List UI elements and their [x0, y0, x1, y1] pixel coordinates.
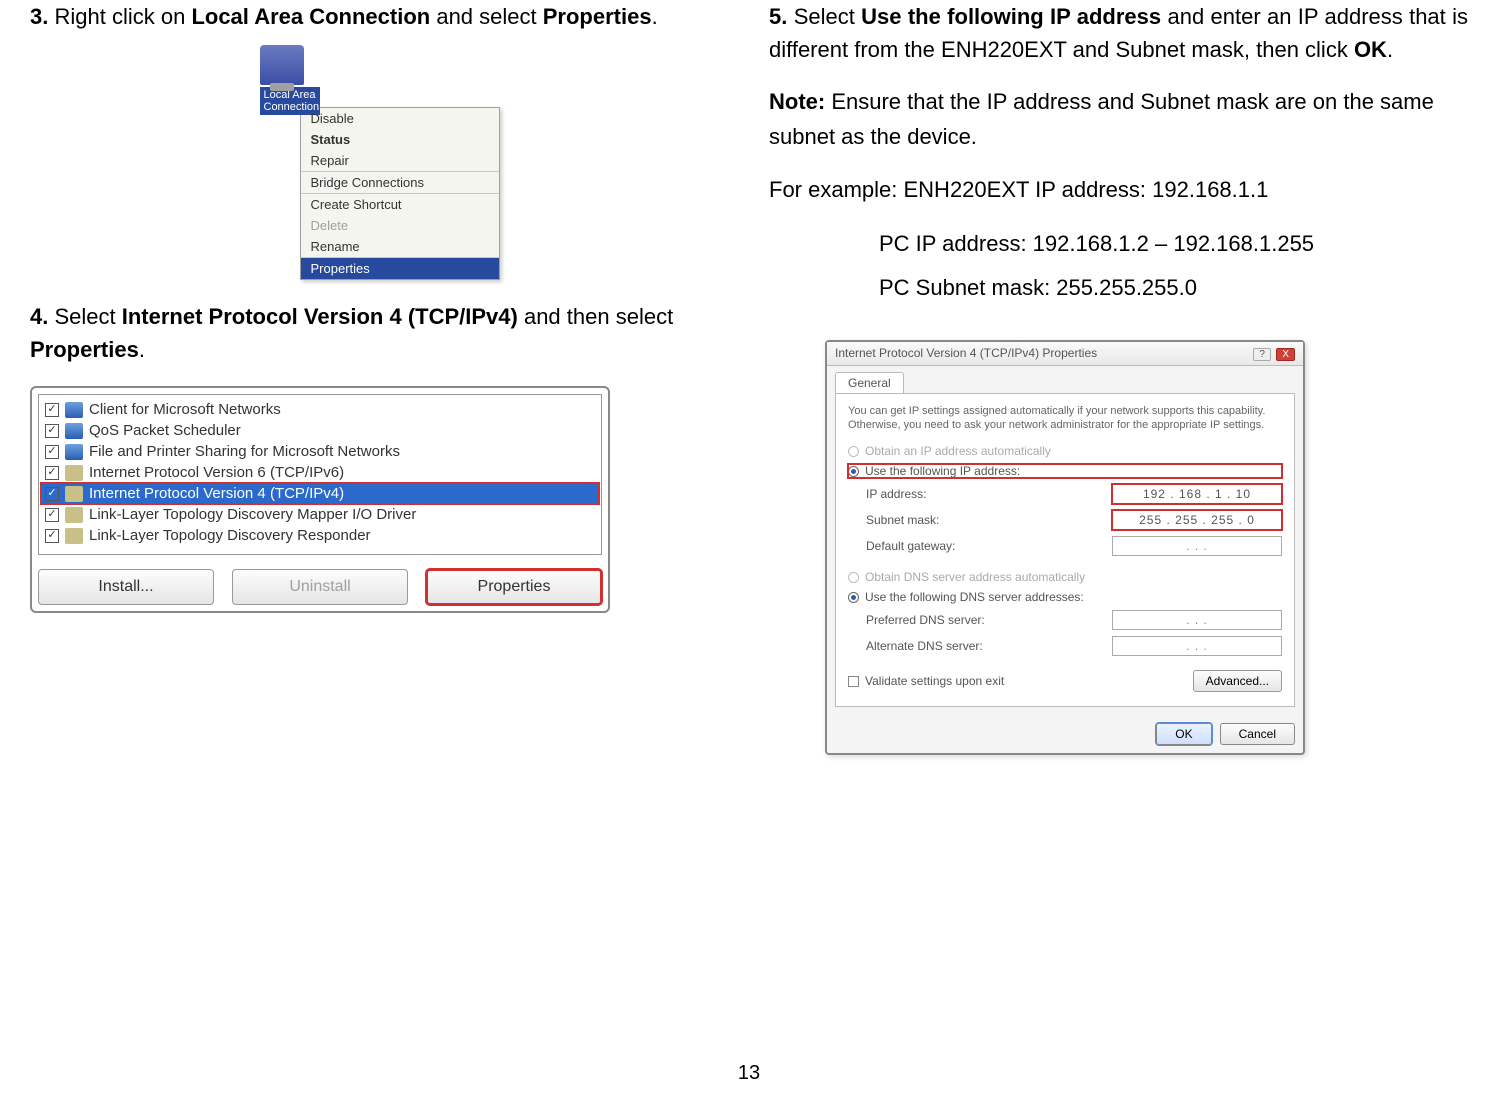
label-pdns: Preferred DNS server:	[866, 613, 1112, 627]
pc-mask-line: PC Subnet mask: 255.255.255.0	[879, 266, 1468, 310]
list-item[interactable]: Client for Microsoft Networks	[41, 399, 599, 420]
ctx-delete: Delete	[301, 215, 499, 236]
local-area-connection-icon	[260, 45, 304, 85]
cancel-button[interactable]: Cancel	[1220, 723, 1295, 745]
checkbox-icon[interactable]	[45, 403, 59, 417]
step-5-text: 5. Select Use the following IP address a…	[769, 0, 1468, 66]
checkbox-icon[interactable]	[45, 466, 59, 480]
ipv4-properties-dialog: Internet Protocol Version 4 (TCP/IPv4) P…	[825, 340, 1305, 756]
ctx-properties[interactable]: Properties	[301, 258, 499, 279]
radio-icon[interactable]	[848, 592, 859, 603]
protocol-icon	[65, 528, 83, 544]
list-item[interactable]: QoS Packet Scheduler	[41, 420, 599, 441]
radio-use-ip[interactable]: Use the following IP address:	[848, 464, 1282, 478]
label-gateway: Default gateway:	[866, 539, 1112, 553]
note-text: Note: Ensure that the IP address and Sub…	[769, 84, 1468, 154]
label-adns: Alternate DNS server:	[866, 639, 1112, 653]
radio-icon	[848, 572, 859, 583]
checkbox-icon[interactable]	[45, 487, 59, 501]
step-3-num: 3.	[30, 4, 48, 29]
dialog-title: Internet Protocol Version 4 (TCP/IPv4) P…	[835, 346, 1097, 360]
advanced-button[interactable]: Advanced...	[1193, 670, 1282, 692]
ctx-bridge[interactable]: Bridge Connections	[301, 172, 499, 193]
network-client-icon	[65, 402, 83, 418]
radio-auto-dns: Obtain DNS server address automatically	[848, 570, 1282, 584]
ctx-disable[interactable]: Disable	[301, 108, 499, 129]
checkbox-icon[interactable]	[848, 676, 859, 687]
uninstall-button: Uninstall	[232, 569, 408, 605]
install-button[interactable]: Install...	[38, 569, 214, 605]
label-mask: Subnet mask:	[866, 513, 1112, 527]
label-ip: IP address:	[866, 487, 1112, 501]
list-item[interactable]: Internet Protocol Version 6 (TCP/IPv6)	[41, 462, 599, 483]
radio-icon[interactable]	[848, 466, 859, 477]
connection-items-figure: Client for Microsoft Networks QoS Packet…	[30, 386, 610, 613]
dialog-description: You can get IP settings assigned automat…	[848, 404, 1282, 433]
properties-button[interactable]: Properties	[426, 569, 602, 605]
radio-auto-ip: Obtain an IP address automatically	[848, 444, 1282, 458]
qos-icon	[65, 423, 83, 439]
checkbox-icon[interactable]	[45, 424, 59, 438]
example-line: For example: ENH220EXT IP address: 192.1…	[769, 172, 1468, 207]
context-menu-figure: Local Area Connection Disable Status Rep…	[240, 45, 520, 280]
context-menu: Disable Status Repair Bridge Connections…	[300, 107, 500, 280]
protocol-icon	[65, 465, 83, 481]
step-4-num: 4.	[30, 304, 48, 329]
ctx-shortcut[interactable]: Create Shortcut	[301, 194, 499, 215]
subnet-mask-field[interactable]: 255 . 255 . 255 . 0	[1112, 510, 1282, 530]
radio-icon	[848, 446, 859, 457]
ctx-rename[interactable]: Rename	[301, 236, 499, 257]
pc-ip-line: PC IP address: 192.168.1.2 – 192.168.1.2…	[879, 222, 1468, 266]
tab-general[interactable]: General	[835, 372, 904, 393]
help-icon[interactable]: ?	[1253, 348, 1271, 361]
radio-use-dns[interactable]: Use the following DNS server addresses:	[848, 590, 1282, 604]
list-item[interactable]: File and Printer Sharing for Microsoft N…	[41, 441, 599, 462]
preferred-dns-field[interactable]: . . .	[1112, 610, 1282, 630]
step-5-num: 5.	[769, 4, 787, 29]
step-3-text: 3. Right click on Local Area Connection …	[30, 0, 729, 33]
list-item[interactable]: Link-Layer Topology Discovery Mapper I/O…	[41, 504, 599, 525]
checkbox-icon[interactable]	[45, 508, 59, 522]
close-icon[interactable]: X	[1276, 348, 1295, 361]
checkbox-icon[interactable]	[45, 529, 59, 543]
list-item-ipv4[interactable]: Internet Protocol Version 4 (TCP/IPv4)	[41, 483, 599, 504]
ctx-repair[interactable]: Repair	[301, 150, 499, 171]
alternate-dns-field[interactable]: . . .	[1112, 636, 1282, 656]
validate-checkbox-row[interactable]: Validate settings upon exit	[848, 674, 1004, 688]
list-item[interactable]: Link-Layer Topology Discovery Responder	[41, 525, 599, 546]
step-4-text: 4. Select Internet Protocol Version 4 (T…	[30, 300, 729, 366]
file-share-icon	[65, 444, 83, 460]
gateway-field[interactable]: . . .	[1112, 536, 1282, 556]
protocol-icon	[65, 507, 83, 523]
ok-button[interactable]: OK	[1156, 723, 1211, 745]
protocol-icon	[65, 486, 83, 502]
ctx-status[interactable]: Status	[301, 129, 499, 150]
page-number: 13	[0, 1062, 1498, 1085]
ip-address-field[interactable]: 192 . 168 . 1 . 10	[1112, 484, 1282, 504]
checkbox-icon[interactable]	[45, 445, 59, 459]
